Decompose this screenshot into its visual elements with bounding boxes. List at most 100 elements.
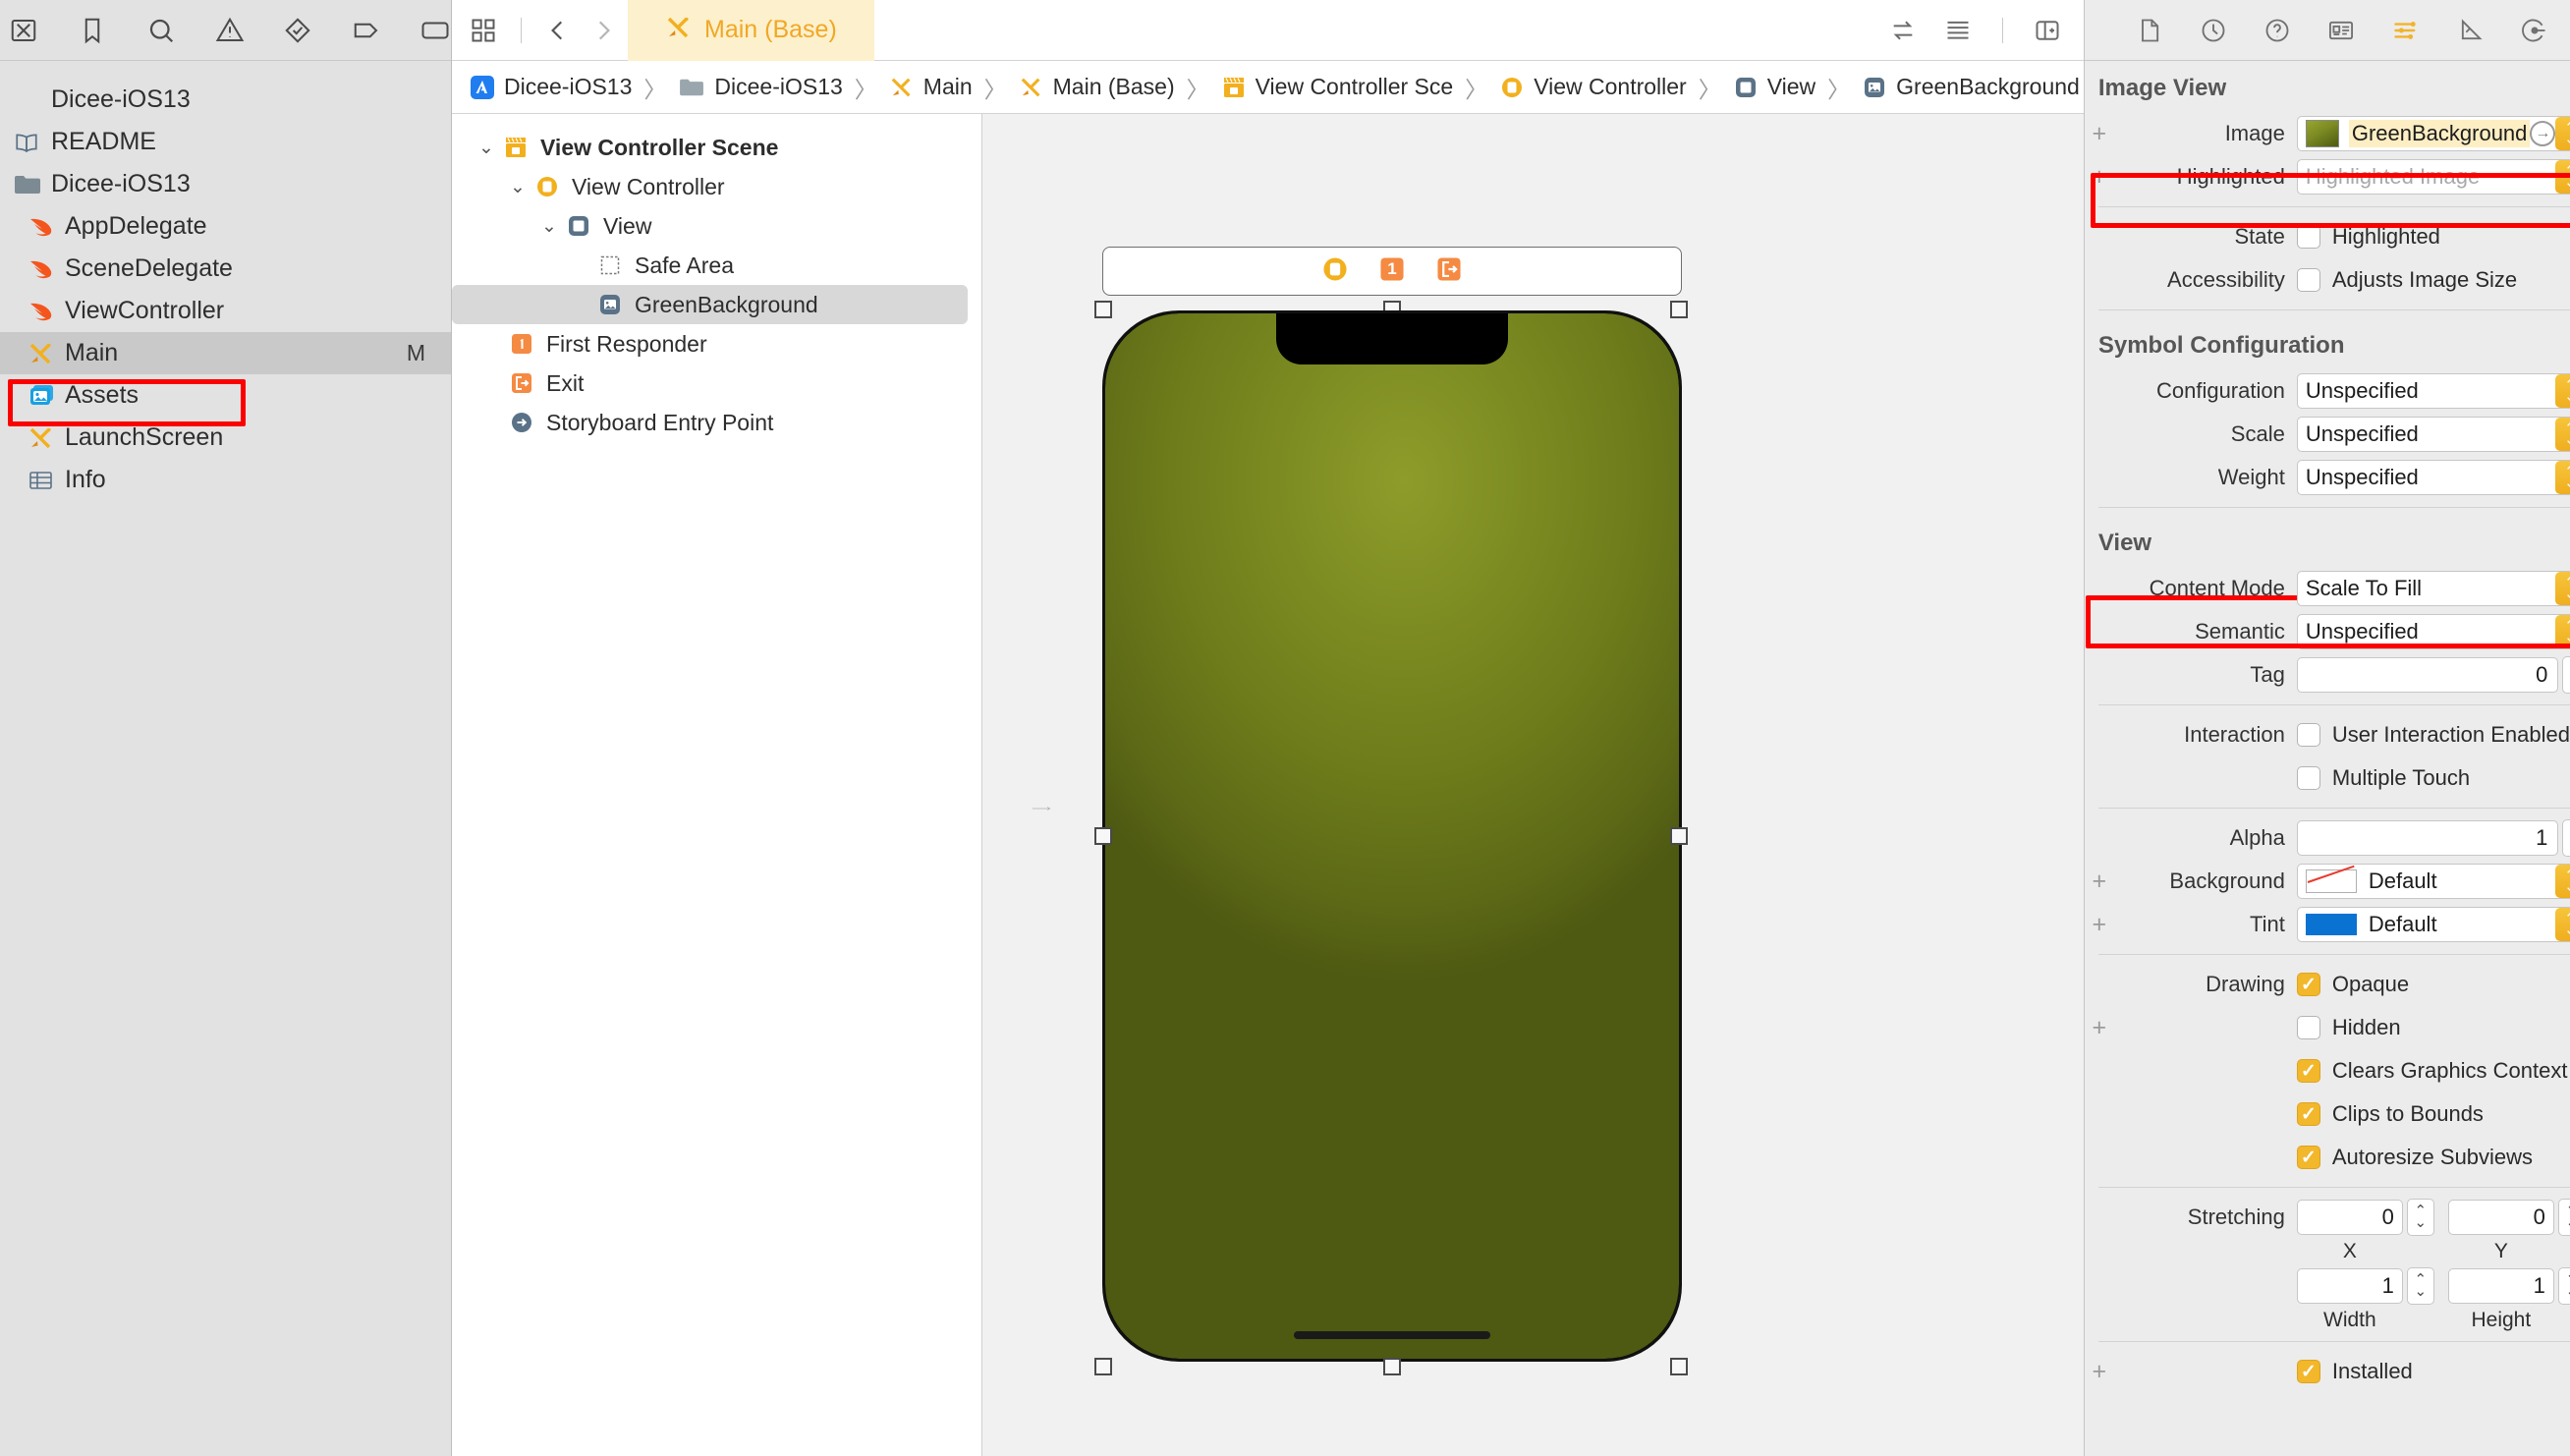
alpha-stepper[interactable]: ⌃⌄ [2562,819,2570,857]
chevron-down-icon[interactable]: ⌄ [505,176,531,198]
tint-color-select[interactable]: Default ⌃⌄ [2296,907,2570,942]
alpha-input[interactable]: 1 [2296,820,2559,856]
test-icon[interactable] [282,14,313,47]
identity-inspector-icon[interactable] [2327,17,2355,44]
report-icon[interactable] [419,14,451,47]
weight-select[interactable]: Unspecified ⌃⌄ [2296,460,2570,495]
outline-item-view-controller[interactable]: ⌄ View Controller [452,167,981,206]
stretching-width-stepper[interactable]: ⌃ ⌄ [2406,1267,2434,1305]
breadcrumb-item-folder[interactable]: Dicee-iOS13 [674,74,846,100]
outline-item-view[interactable]: ⌄ View [452,206,981,246]
add-editor-icon[interactable] [2033,17,2062,44]
assistant-editor-icon[interactable] [1888,17,1918,44]
outline-item-safe-area[interactable]: Safe Area [452,246,981,285]
breadcrumb-item-greenbackground[interactable]: GreenBackground [1858,74,2084,100]
chevron-right-icon[interactable] [590,17,616,44]
chevron-left-icon[interactable] [545,17,571,44]
semantic-select[interactable]: Unspecified ⌃⌄ [2296,614,2570,649]
selection-handle-bottom-right[interactable] [1670,1358,1688,1375]
tint-stepper[interactable]: ⌃⌄ [2555,908,2570,941]
attributes-inspector-icon[interactable] [2391,17,2421,44]
greenbackground-image-view[interactable] [1105,313,1679,1359]
stretching-y-stepper[interactable]: ⌃⌄ [2557,1199,2570,1236]
semantic-stepper[interactable]: ⌃⌄ [2555,615,2570,648]
stretching-height-stepper[interactable]: ⌃⌄ [2557,1267,2570,1305]
breadcrumb-item-view-controller[interactable]: View Controller [1495,74,1691,100]
nav-item-viewcontroller[interactable]: ViewController [0,290,451,332]
stretching-width-input[interactable]: 1 [2296,1268,2403,1304]
selection-handle-mid-right[interactable] [1670,827,1688,845]
bookmark-icon[interactable] [77,14,108,47]
exit-icon[interactable] [1434,254,1464,289]
tag-input[interactable]: 0 [2296,657,2559,693]
scale-stepper[interactable]: ⌃⌄ [2555,418,2570,451]
state-highlighted-checkbox[interactable] [2296,225,2320,249]
configuration-stepper[interactable]: ⌃⌄ [2555,374,2570,408]
grid-icon[interactable] [470,17,497,44]
outline-item-entry-point[interactable]: Storyboard Entry Point [452,403,981,442]
hidden-checkbox[interactable] [2296,1016,2320,1039]
autoresize-subviews-checkbox[interactable] [2296,1146,2320,1169]
first-responder-icon[interactable]: 1 [1377,254,1407,289]
breadcrumb-item-scene[interactable]: View Controller Sce [1217,74,1458,100]
opaque-checkbox[interactable] [2296,973,2320,996]
clips-to-bounds-checkbox[interactable] [2296,1102,2320,1126]
background-stepper[interactable]: ⌃⌄ [2555,865,2570,898]
outline-item-first-responder[interactable]: First Responder [452,324,981,364]
project-navigator-icon[interactable] [8,14,39,47]
outline-item-exit[interactable]: Exit [452,364,981,403]
stretching-x-input[interactable]: 0 [2296,1200,2403,1235]
chevron-down-icon[interactable]: ⌄ [474,137,499,159]
nav-item-project-root[interactable]: Dicee-iOS13 [0,79,451,121]
background-color-select[interactable]: Default ⌃⌄ [2296,864,2570,899]
warning-icon[interactable] [214,14,246,47]
add-variation-icon[interactable]: + [2089,1358,2110,1386]
breadcrumb-item-main-base[interactable]: Main (Base) [1015,74,1179,100]
view-controller-icon[interactable] [1320,254,1350,289]
stretching-x-stepper[interactable]: ⌃ ⌄ [2406,1199,2434,1236]
content-mode-stepper[interactable]: ⌃⌄ [2555,572,2570,605]
nav-item-assets[interactable]: Assets [0,374,451,417]
add-variation-icon[interactable]: + [2089,1014,2110,1042]
nav-item-appdelegate[interactable]: AppDelegate [0,205,451,248]
nav-item-scenedelegate[interactable]: SceneDelegate [0,248,451,290]
add-variation-icon[interactable]: + [2089,120,2110,148]
search-icon[interactable] [145,14,177,47]
scene-dock[interactable]: 1 [1102,247,1682,296]
image-field[interactable]: GreenBackground → ⌃⌄ [2296,116,2570,151]
breadcrumb-item-view[interactable]: View [1729,74,1819,100]
nav-item-main-storyboard[interactable]: Main M [0,332,451,374]
selection-handle-bottom-center[interactable] [1383,1358,1401,1375]
stretching-height-input[interactable]: 1 [2447,1268,2554,1304]
tab-main-base[interactable]: Main (Base) [628,0,874,61]
clears-graphics-context-checkbox[interactable] [2296,1059,2320,1083]
add-variation-icon[interactable]: + [2089,868,2110,896]
selection-handle-bottom-left[interactable] [1094,1358,1112,1375]
user-interaction-enabled-checkbox[interactable] [2296,723,2320,747]
multiple-touch-checkbox[interactable] [2296,766,2320,790]
breakpoint-icon[interactable] [351,14,382,47]
minimap-icon[interactable] [1943,17,1973,44]
highlighted-image-field[interactable]: Highlighted Image ⌃⌄ [2296,159,2570,195]
chevron-down-icon[interactable]: ⌄ [536,215,562,238]
outline-item-greenbackground[interactable]: GreenBackground [452,285,968,324]
jump-to-asset-icon[interactable]: → [2530,121,2556,146]
add-variation-icon[interactable]: + [2089,163,2110,192]
configuration-select[interactable]: Unspecified ⌃⌄ [2296,373,2570,409]
add-variation-icon[interactable]: + [2089,911,2110,939]
outline-item-scene[interactable]: ⌄ View Controller Scene [452,128,981,167]
content-mode-select[interactable]: Scale To Fill ⌃⌄ [2296,571,2570,606]
stretching-y-input[interactable]: 0 [2447,1200,2554,1235]
nav-item-launchscreen[interactable]: LaunchScreen [0,417,451,459]
nav-item-readme[interactable]: README [0,121,451,163]
nav-item-info-plist[interactable]: Info [0,459,451,501]
storyboard-canvas[interactable]: 1 [982,114,2084,1456]
weight-stepper[interactable]: ⌃⌄ [2555,461,2570,494]
breadcrumb-item-main[interactable]: Main [885,74,977,100]
connections-inspector-icon[interactable] [2521,17,2548,44]
breadcrumb-item-project[interactable]: Dicee-iOS13 [466,74,636,100]
selection-handle-mid-left[interactable] [1094,827,1112,845]
help-inspector-icon[interactable] [2263,17,2291,44]
size-inspector-icon[interactable] [2457,17,2485,44]
installed-checkbox[interactable] [2296,1360,2320,1383]
